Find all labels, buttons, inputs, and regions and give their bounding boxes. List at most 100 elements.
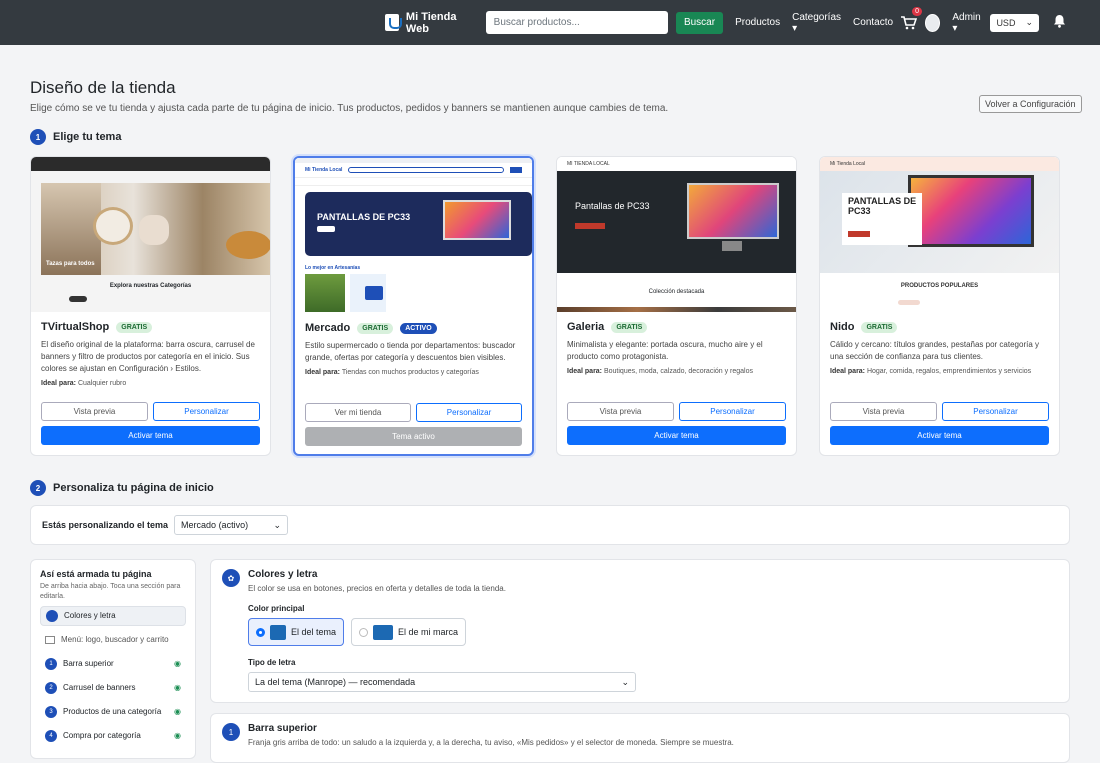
color-option-brand[interactable]: El de mi marca xyxy=(351,618,467,646)
theme-card-nido[interactable]: Mi Tienda Local PANTALLAS DE PC33 PRODUC… xyxy=(819,156,1060,456)
theme-card-galeria[interactable]: MI TIENDA LOCAL Pantallas de PC33 Colecc… xyxy=(556,156,797,456)
ideal-value: Hogar, comida, regalos, emprendimientos … xyxy=(866,368,1032,375)
editing-theme-bar: Estás personalizando el tema Mercado (ac… xyxy=(30,505,1070,545)
step-label: Personaliza tu página de inicio xyxy=(53,482,214,494)
top-navbar: Mi Tienda Web Buscar Productos Categoría… xyxy=(0,0,1100,45)
thumb-brand: MI TIENDA LOCAL xyxy=(567,161,610,167)
preview-button[interactable]: Vista previa xyxy=(41,402,148,421)
step-choose-theme: 1 Elige tu tema xyxy=(30,129,1070,145)
thumb-brand: Mi Tienda Local xyxy=(305,167,343,173)
customize-button[interactable]: Personalizar xyxy=(679,402,786,421)
cart-count-badge: 0 xyxy=(912,6,923,16)
font-select[interactable]: La del tema (Manrope) — recomendada ⌄ xyxy=(248,672,636,692)
customize-button[interactable]: Personalizar xyxy=(153,402,260,421)
customize-button[interactable]: Personalizar xyxy=(416,403,522,422)
eye-icon[interactable]: ◉ xyxy=(174,683,181,692)
section-number: 1 xyxy=(45,657,57,670)
font-value: La del tema (Manrope) — recomendada xyxy=(255,677,416,687)
page-subtitle: Elige cómo se ve tu tienda y ajusta cada… xyxy=(30,103,669,114)
section-number: 1 xyxy=(222,723,240,741)
theme-name: TVirtualShop xyxy=(41,321,110,333)
option-label: El del tema xyxy=(291,627,337,637)
top-bar-panel[interactable]: 1 Barra superior Franja gris arriba de to… xyxy=(210,713,1070,763)
search-button[interactable]: Buscar xyxy=(675,11,724,34)
currency-select[interactable]: USD ⌄ xyxy=(990,13,1039,32)
theme-description: El diseño original de la plataforma: bar… xyxy=(41,340,255,373)
theme-ideal-for: Ideal para: Tiendas con muchos productos… xyxy=(305,369,522,376)
panel-description: Franja gris arriba de todo: un saludo a … xyxy=(248,738,734,747)
back-to-settings-button[interactable]: Volver a Configuración xyxy=(979,95,1082,113)
ideal-label: Ideal para: xyxy=(830,368,866,375)
step-label: Elige tu tema xyxy=(53,131,122,143)
user-name: Admin xyxy=(952,11,981,23)
chevron-down-icon: ⌄ xyxy=(273,519,282,530)
customize-button[interactable]: Personalizar xyxy=(942,402,1049,421)
theme-name: Mercado xyxy=(305,322,351,334)
sidebar-item-productos-categoria[interactable]: 3 Productos de una categoría ◉ xyxy=(40,702,186,722)
view-store-button[interactable]: Ver mi tienda xyxy=(305,403,411,422)
thumb-caption: PANTALLAS DE PC33 xyxy=(848,196,917,216)
eye-icon[interactable]: ◉ xyxy=(174,731,181,740)
search-input[interactable] xyxy=(485,11,668,34)
sidebar-item-barra-superior[interactable]: 1 Barra superior ◉ xyxy=(40,654,186,674)
panel-title: Colores y letra xyxy=(248,569,318,580)
editing-theme-label: Estás personalizando el tema xyxy=(42,520,169,530)
sidebar-description: De arriba hacia abajo. Toca una sección … xyxy=(40,583,181,600)
ideal-label: Ideal para: xyxy=(41,380,77,387)
thumb-caption: Tazas para todos xyxy=(46,261,95,267)
free-badge: GRATIS xyxy=(611,321,648,333)
sidebar-item-label: Barra superior xyxy=(63,659,114,669)
activate-theme-button[interactable]: Activar tema xyxy=(567,426,786,445)
active-badge: ACTIVO xyxy=(400,322,437,334)
sidebar-item-menu[interactable]: Menú: logo, buscador y carrito xyxy=(40,630,186,650)
color-option-theme[interactable]: El del tema xyxy=(248,618,345,646)
ideal-label: Ideal para: xyxy=(567,368,603,375)
eye-icon[interactable]: ◉ xyxy=(174,659,181,668)
thumb-brand: Mi Tienda Local xyxy=(830,161,866,167)
colors-font-panel: ✿ Colores y letra El color se usa en boto… xyxy=(210,559,1070,703)
avatar[interactable] xyxy=(925,13,941,32)
nav-link-categorias[interactable]: Categorías ▾ xyxy=(792,12,841,34)
cart-icon[interactable]: 0 xyxy=(901,6,923,30)
sidebar-item-label: Menú: logo, buscador y carrito xyxy=(61,635,169,645)
sidebar-item-label: Compra por categoría xyxy=(63,731,141,741)
brand[interactable]: Mi Tienda Web xyxy=(385,11,469,35)
brand-color-swatch[interactable] xyxy=(373,624,394,640)
sidebar-item-compra-categoria[interactable]: 4 Compra por categoría ◉ xyxy=(40,726,186,746)
step-number: 1 xyxy=(30,129,46,145)
section-number: 2 xyxy=(45,681,57,694)
preview-button[interactable]: Vista previa xyxy=(567,402,674,421)
section-number: 4 xyxy=(45,729,57,742)
theme-card-mercado[interactable]: Mi Tienda Local PANTALLAS DE PC33 Lo mej… xyxy=(293,156,534,456)
theme-card-tvirtualshop[interactable]: Tazas para todos Explora nuestras Catego… xyxy=(30,156,271,456)
user-menu[interactable]: Admin ▾ xyxy=(952,12,982,34)
currency-value: USD xyxy=(996,17,1016,28)
preview-button[interactable]: Vista previa xyxy=(830,402,937,421)
step-customize-home: 2 Personaliza tu página de inicio xyxy=(30,480,1070,496)
nav-link-categorias-label: Categorías xyxy=(792,11,842,23)
sidebar-item-colores[interactable]: Colores y letra xyxy=(40,605,186,626)
theme-thumbnail: Tazas para todos Explora nuestras Catego… xyxy=(31,157,270,312)
theme-name: Galeria xyxy=(567,321,605,333)
sidebar-item-carrusel[interactable]: 2 Carrusel de banners ◉ xyxy=(40,678,186,698)
eye-icon[interactable]: ◉ xyxy=(174,707,181,716)
free-badge: GRATIS xyxy=(861,321,898,333)
sidebar-item-label: Productos de una categoría xyxy=(63,707,162,717)
bell-icon[interactable] xyxy=(1053,14,1066,31)
nav-link-contacto[interactable]: Contacto xyxy=(853,17,893,28)
theme-description: Cálido y cercano: títulos grandes, pesta… xyxy=(830,340,1040,361)
activate-theme-button[interactable]: Activar tema xyxy=(41,426,260,445)
brand-name: Mi Tienda Web xyxy=(405,10,457,35)
editing-theme-select[interactable]: Mercado (activo) ⌄ xyxy=(174,515,289,535)
color-swatch xyxy=(270,624,286,640)
nav-link-productos[interactable]: Productos xyxy=(735,17,780,28)
ideal-value: Cualquier rubro xyxy=(77,380,127,387)
step-number: 2 xyxy=(30,480,46,496)
font-label: Tipo de letra xyxy=(248,658,296,667)
logo-icon xyxy=(385,14,402,31)
theme-name: Nido xyxy=(830,321,855,333)
theme-description: Estilo supermercado o tienda por departa… xyxy=(305,341,516,362)
theme-active-button: Tema activo xyxy=(305,427,522,446)
ideal-value: Boutiques, moda, calzado, decoración y r… xyxy=(603,368,754,375)
activate-theme-button[interactable]: Activar tema xyxy=(830,426,1049,445)
